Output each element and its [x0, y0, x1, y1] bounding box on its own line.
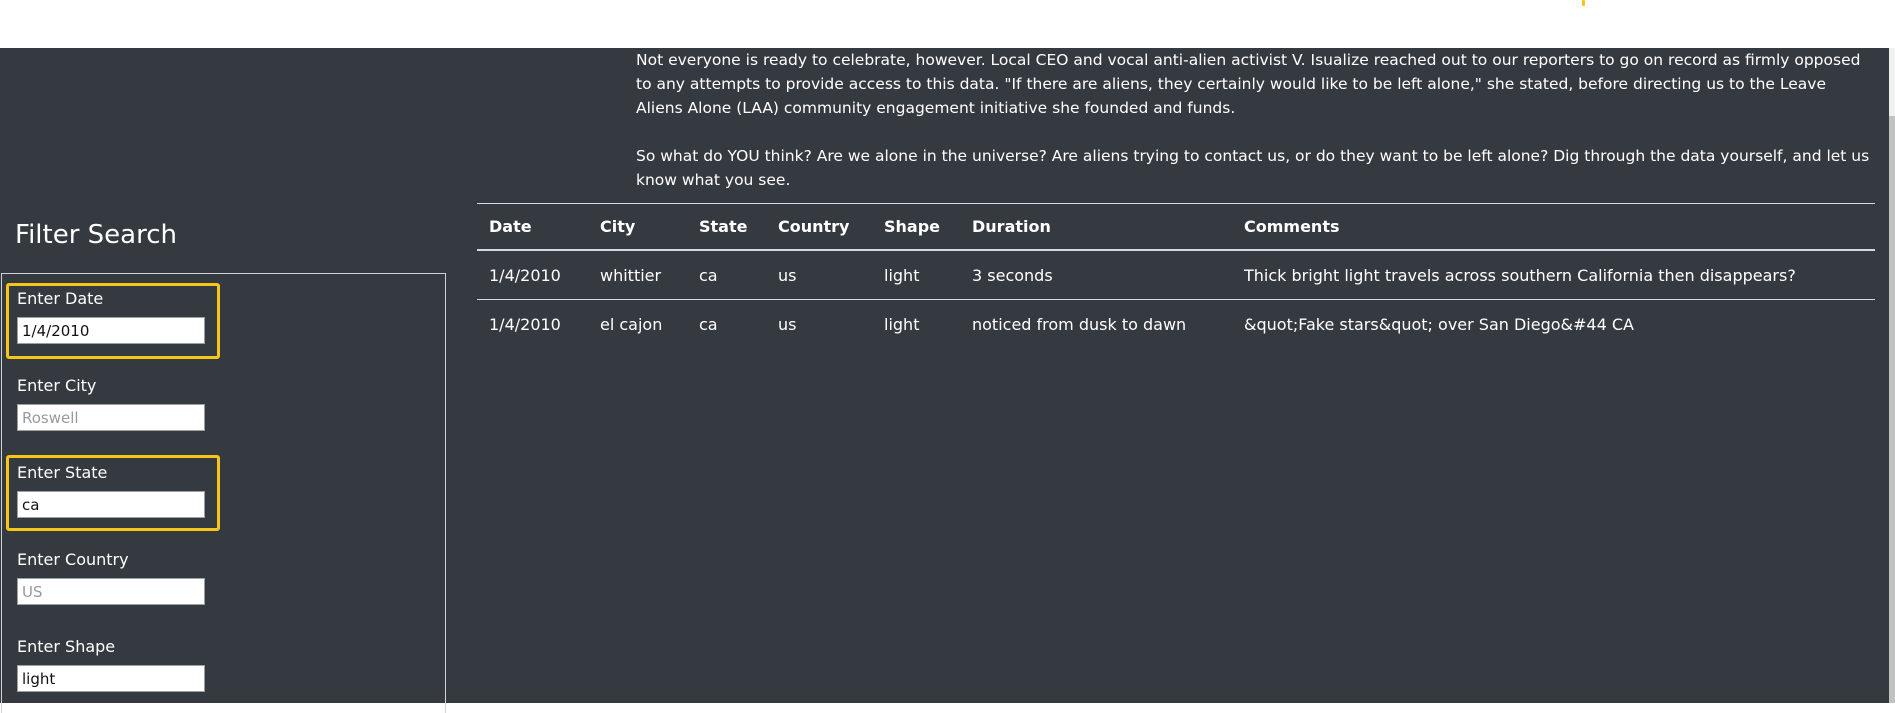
country-input[interactable]: [17, 578, 205, 605]
city-input[interactable]: [17, 404, 205, 431]
country-label: Enter Country: [17, 550, 129, 569]
cell-comments: Thick bright light travels across southe…: [1232, 250, 1875, 300]
filter-shape: Enter Shape: [17, 637, 205, 692]
results-table: Date City State Country Shape Duration C…: [477, 203, 1875, 348]
state-highlight-box: [6, 455, 220, 531]
table-row: 1/4/2010 whittier ca us light 3 seconds …: [477, 250, 1875, 300]
column-header: Comments: [1244, 217, 1340, 236]
column-header: State: [699, 217, 748, 236]
cell-date: 1/4/2010: [489, 314, 561, 334]
article-text: Not everyone is ready to celebrate, howe…: [636, 48, 1871, 192]
column-header: Country: [778, 217, 850, 236]
column-header: Shape: [884, 217, 941, 236]
highlight-mark: [1582, 0, 1585, 6]
shape-label: Enter Shape: [17, 637, 116, 656]
filter-city: Enter City: [17, 376, 205, 431]
article-paragraph: Not everyone is ready to celebrate, howe…: [636, 51, 1861, 117]
cell-shape: light: [872, 250, 960, 300]
cell-date: 1/4/2010: [477, 250, 588, 300]
cell-state: ca: [687, 250, 766, 300]
article-paragraph: So what do YOU think? Are we alone in th…: [636, 147, 1870, 189]
shape-input[interactable]: [17, 665, 205, 692]
city-label: Enter City: [17, 376, 97, 395]
date-highlight-box: [6, 283, 220, 359]
filter-search-title: Filter Search: [15, 220, 177, 250]
cell-comments: &quot;Fake stars&quot; over San Diego&#4…: [1244, 314, 1634, 334]
browser-top-area: [0, 0, 1895, 48]
filter-country: Enter Country: [17, 550, 205, 605]
cell-duration: 3 seconds: [960, 250, 1232, 300]
cell-state: ca: [699, 314, 718, 334]
page-body: Not everyone is ready to celebrate, howe…: [0, 48, 1895, 713]
cell-duration: noticed from dusk to dawn: [972, 314, 1187, 334]
scrollbar[interactable]: [1889, 48, 1895, 703]
table-row: 1/4/2010 el cajon ca us light noticed fr…: [477, 300, 1875, 349]
cell-country: us: [766, 250, 872, 300]
column-header: Duration: [972, 217, 1051, 236]
cell-shape: light: [884, 314, 920, 334]
cell-country: us: [778, 314, 797, 334]
column-header: City: [600, 217, 636, 236]
scrollbar-thumb[interactable]: [1889, 116, 1895, 703]
column-header: Date: [489, 217, 532, 236]
cell-city: el cajon: [600, 314, 663, 334]
cell-city: whittier: [588, 250, 687, 300]
table-header-row: Date City State Country Shape Duration C…: [477, 203, 1875, 250]
